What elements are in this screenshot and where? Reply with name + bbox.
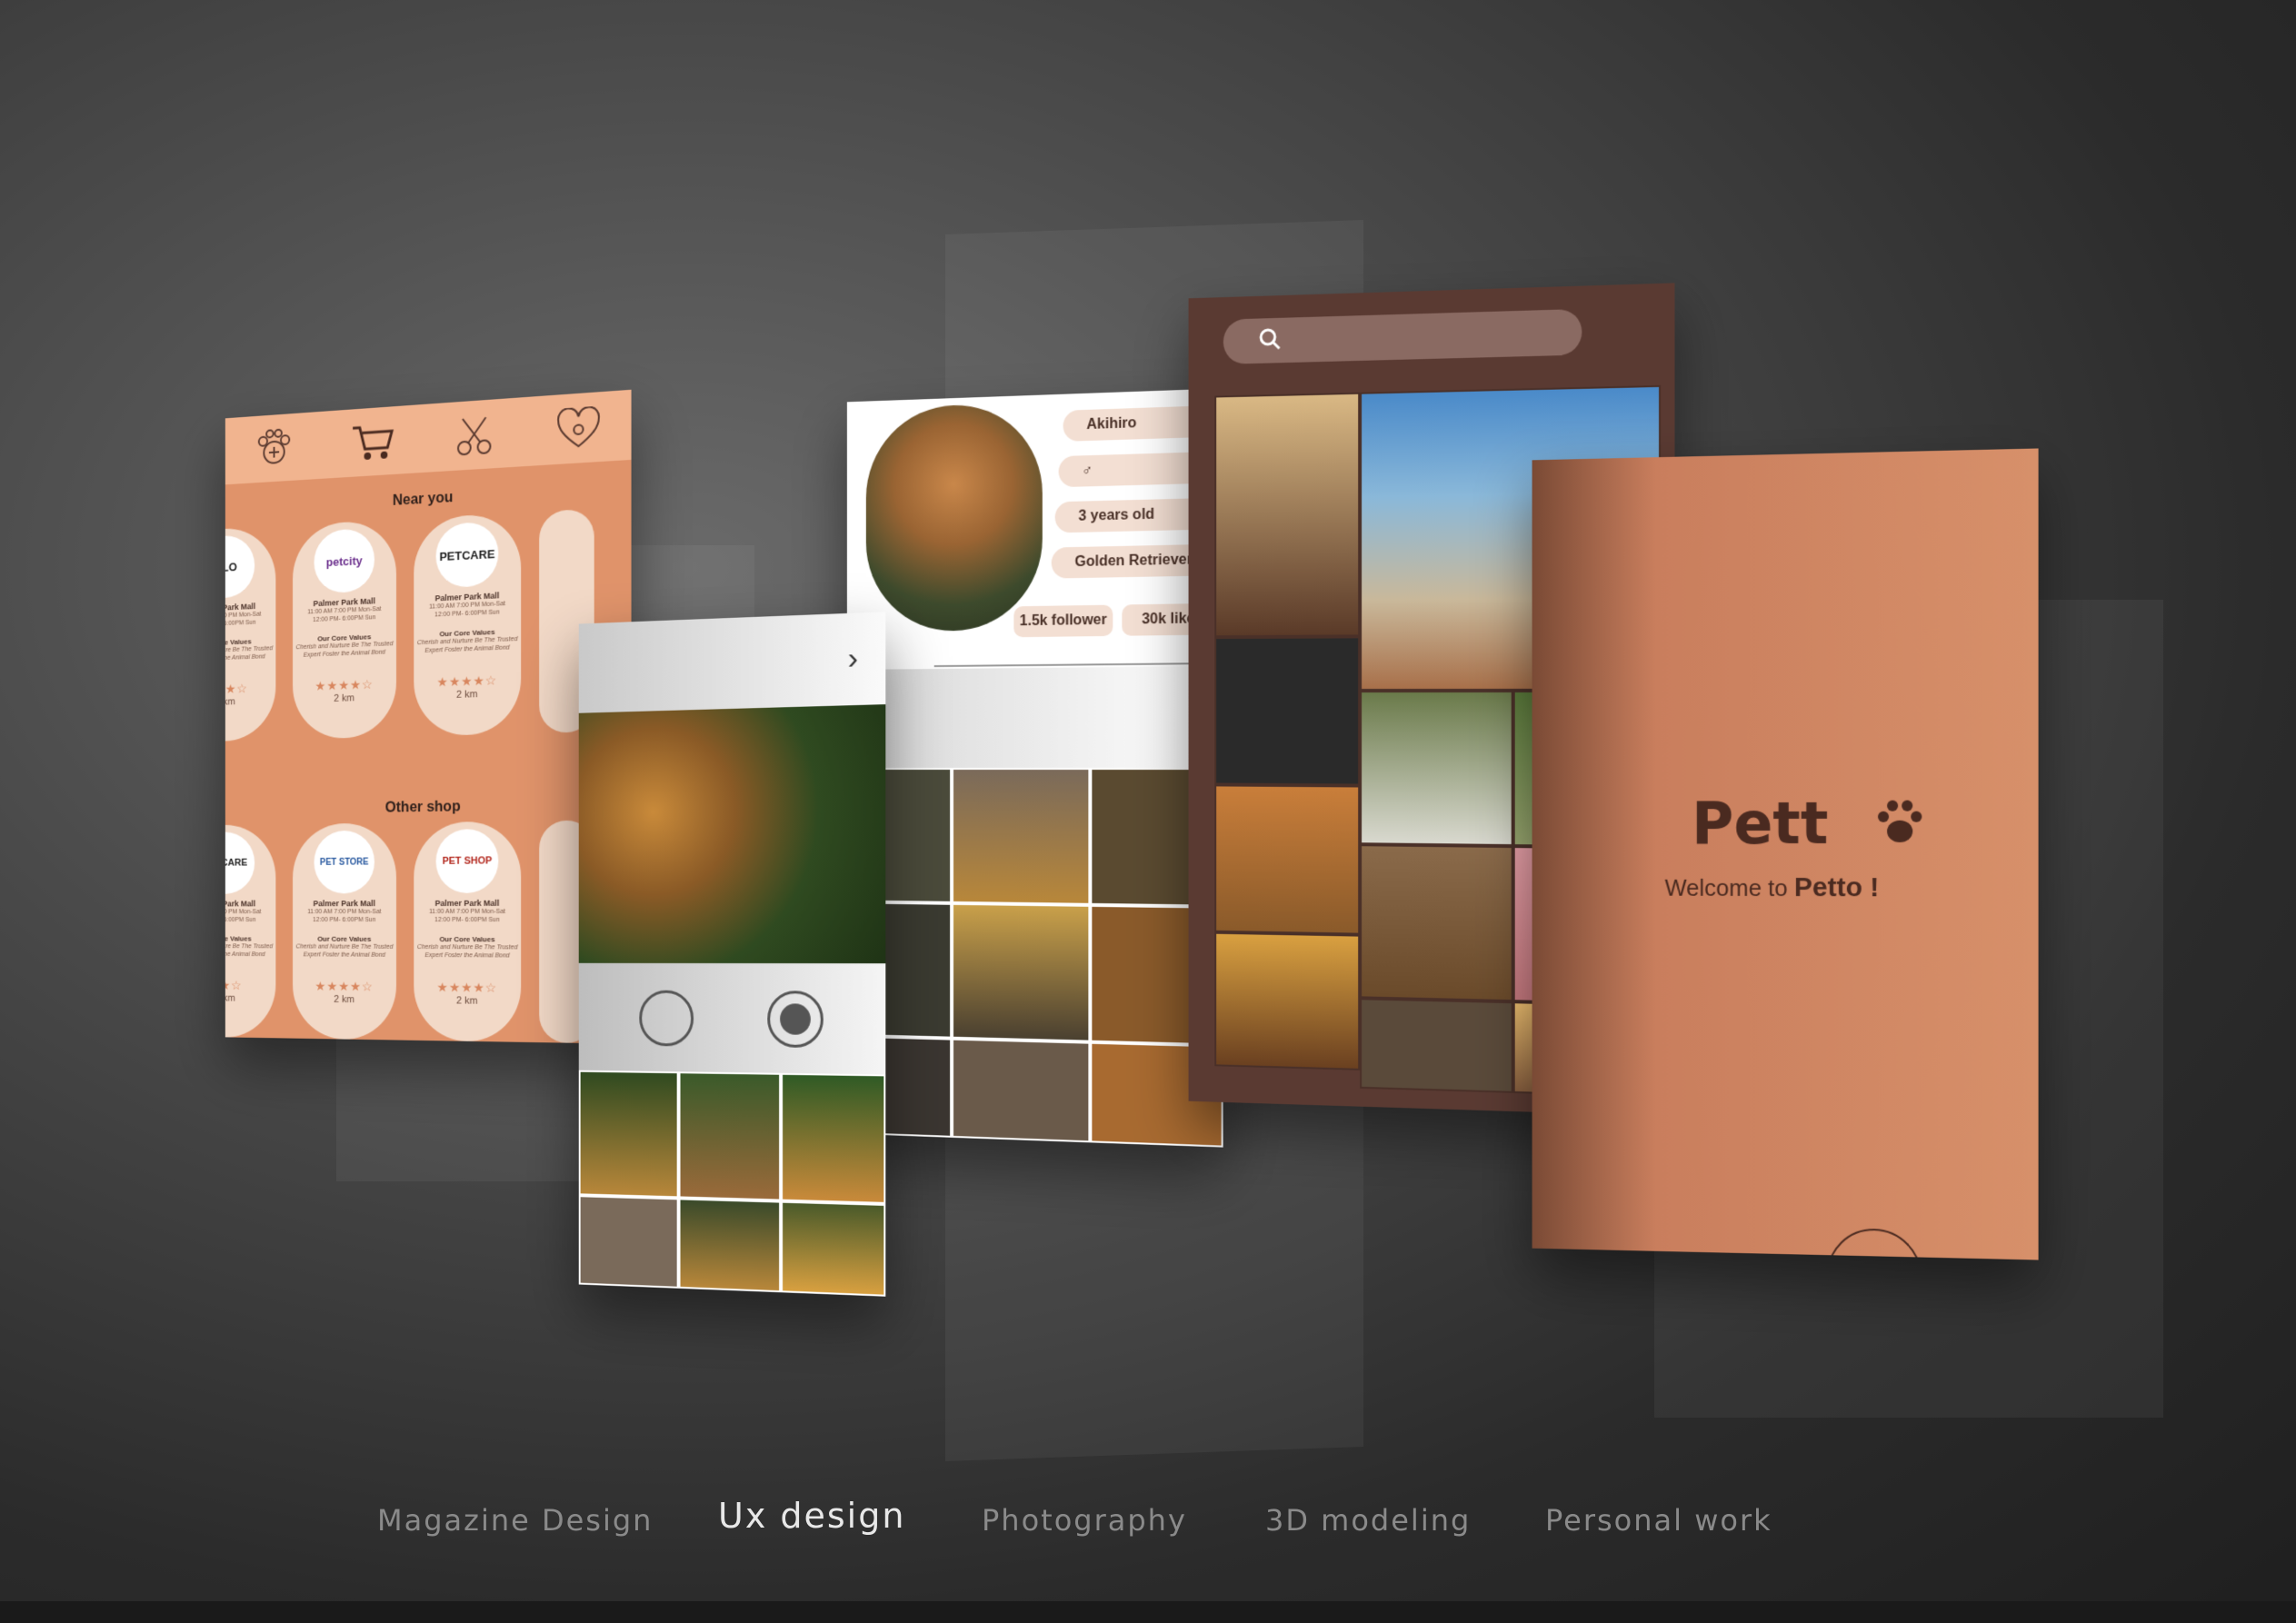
gallery-photo[interactable]	[1214, 931, 1361, 1070]
start-button[interactable]	[1826, 1228, 1922, 1260]
gallery-photo[interactable]	[781, 1200, 886, 1297]
welcome-screen: Pett Welcome to Petto !	[1532, 448, 2039, 1260]
scissors-icon[interactable]	[451, 410, 497, 461]
welcome-subtitle: Welcome to Petto !	[1665, 872, 1880, 903]
cart-icon[interactable]	[350, 417, 395, 467]
rating-stars: ★★★★☆	[436, 980, 498, 995]
nav-item-3d-modeling[interactable]: 3D modeling	[1265, 1503, 1471, 1538]
core-values-text: Cherish and Nurture Be The Trusted Exper…	[225, 943, 273, 959]
core-values-text: Cherish and Nurture Be The Trusted Exper…	[416, 635, 518, 654]
core-values-text: Cherish and Nurture Be The Trusted Exper…	[295, 943, 394, 959]
shop-distance: 2 km	[334, 993, 354, 1006]
shop-hours: 11:00 AM 7:00 PM Mon-Sat 12:00 PM- 6:00P…	[429, 601, 506, 619]
search-input[interactable]	[1223, 308, 1582, 364]
gallery-photo[interactable]	[678, 1198, 782, 1293]
shop-distance: 2 km	[225, 696, 235, 708]
gallery-photo[interactable]	[952, 768, 1091, 905]
shop-card[interactable]: PET SHOP Palmer Park Mall 11:00 AM 7:00 …	[414, 821, 522, 1042]
shop-address: Palmer Park Mall	[313, 899, 375, 909]
heart-paw-icon[interactable]	[554, 403, 603, 454]
shop-hours: 11:00 AM 7:00 PM Mon-Sat 12:00 PM- 6:00P…	[225, 909, 262, 923]
camera-screen: ›	[578, 612, 886, 1297]
core-values-title: Our Core Values	[225, 934, 252, 943]
core-values-text: Cherish and Nurture Be The Trusted Exper…	[295, 641, 394, 659]
shop-hours: 11:00 AM 7:00 PM Mon-Sat 12:00 PM- 6:00P…	[307, 909, 382, 923]
shop-screen: Near you OLO Palmer Park Mall 11:00 AM 7…	[225, 389, 632, 1044]
welcome-prefix: Welcome to	[1664, 873, 1788, 902]
paw-icon	[1878, 800, 1922, 842]
camera-viewfinder[interactable]	[578, 704, 886, 964]
shop-hours: 11:00 AM 7:00 PM Mon-Sat 12:00 PM- 6:00P…	[307, 605, 382, 623]
shop-card[interactable]: PET STORE Palmer Park Mall 11:00 AM 7:00…	[293, 822, 396, 1041]
profile-screen: Akihiro ♂ 3 years old Golden Retriever 1…	[846, 388, 1223, 1148]
nav-item-personal-work[interactable]: Personal work	[1545, 1503, 1772, 1538]
gallery-photo[interactable]	[1360, 690, 1513, 847]
bottom-bar	[0, 1601, 2296, 1623]
shop-card[interactable]: PETCARE Palmer Park Mall 11:00 AM 7:00 P…	[414, 513, 522, 737]
shop-logo: PET SHOP	[435, 828, 499, 893]
pet-avatar	[865, 402, 1043, 632]
shop-logo: PETCARE	[435, 521, 499, 589]
shop-distance: 2 km	[456, 689, 478, 701]
core-values-text: Cherish and Nurture Be The Trusted Exper…	[416, 943, 518, 960]
camera-controls	[578, 962, 886, 1075]
gallery-photo[interactable]	[1360, 998, 1513, 1093]
core-values-title: Our Core Values	[317, 934, 372, 943]
shop-address: Palmer Park Mall	[225, 899, 256, 909]
shutter-icon[interactable]	[639, 990, 694, 1047]
shop-card[interactable]: OLO Palmer Park Mall 11:00 AM 7:00 PM Mo…	[225, 525, 276, 742]
nav-item-ux-design[interactable]: Ux design	[718, 1496, 905, 1536]
chevron-right-icon[interactable]: ›	[848, 641, 858, 677]
welcome-name: Petto !	[1793, 872, 1880, 903]
nav-item-magazine-design[interactable]: Magazine Design	[377, 1503, 653, 1538]
paw-plus-icon[interactable]	[252, 423, 295, 473]
gallery-photo[interactable]	[678, 1071, 782, 1201]
nav-item-photography[interactable]: Photography	[982, 1503, 1187, 1538]
shop-distance: 2 km	[456, 995, 478, 1007]
gallery-photo[interactable]	[1214, 636, 1361, 786]
shop-logo: petcity	[314, 527, 374, 594]
shop-hours: 11:00 AM 7:00 PM Mon-Sat 12:00 PM- 6:00P…	[225, 611, 262, 629]
gallery-photo[interactable]	[1214, 784, 1361, 935]
gallery-photo[interactable]	[781, 1072, 886, 1204]
shop-distance: 2 km	[334, 692, 354, 704]
core-values-title: Our Core Values	[439, 935, 495, 944]
gallery-photo[interactable]	[1360, 844, 1513, 1002]
shop-toolbar	[225, 389, 632, 485]
search-icon	[1258, 327, 1281, 351]
rating-stars: ★★☆	[225, 978, 243, 992]
core-values-text: Cherish and Nurture Be The Trusted Exper…	[225, 645, 273, 662]
camera-header: ›	[578, 612, 886, 713]
app-logo: Pett	[1692, 790, 1829, 859]
shop-hours: 11:00 AM 7:00 PM Mon-Sat 12:00 PM- 6:00P…	[429, 908, 506, 924]
portfolio-nav: Magazine Design Ux design Photography 3D…	[0, 1490, 2296, 1545]
gallery-photo[interactable]	[952, 902, 1091, 1042]
shop-address: Palmer Park Mall	[434, 898, 500, 908]
shop-card[interactable]: PETCARE Palmer Park Mall 11:00 AM 7:00 P…	[225, 824, 276, 1039]
record-icon[interactable]	[767, 991, 824, 1049]
gallery-photo[interactable]	[1214, 392, 1361, 638]
gallery-photo[interactable]	[578, 1070, 679, 1199]
other-shop-title: Other shop	[384, 799, 461, 816]
gallery-photo[interactable]	[578, 1195, 679, 1289]
shop-distance: 2 km	[225, 992, 235, 1004]
gallery-photo[interactable]	[952, 1038, 1091, 1143]
profile-band	[846, 665, 1223, 768]
shop-logo: PETCARE	[225, 831, 255, 894]
shop-logo: PET STORE	[314, 830, 374, 894]
shop-logo: OLO	[225, 533, 255, 600]
shop-card[interactable]: petcity Palmer Park Mall 11:00 AM 7:00 P…	[293, 519, 396, 740]
followers-count[interactable]: 1.5k follower	[1013, 604, 1113, 638]
rating-stars: ★★★★☆	[314, 979, 374, 994]
